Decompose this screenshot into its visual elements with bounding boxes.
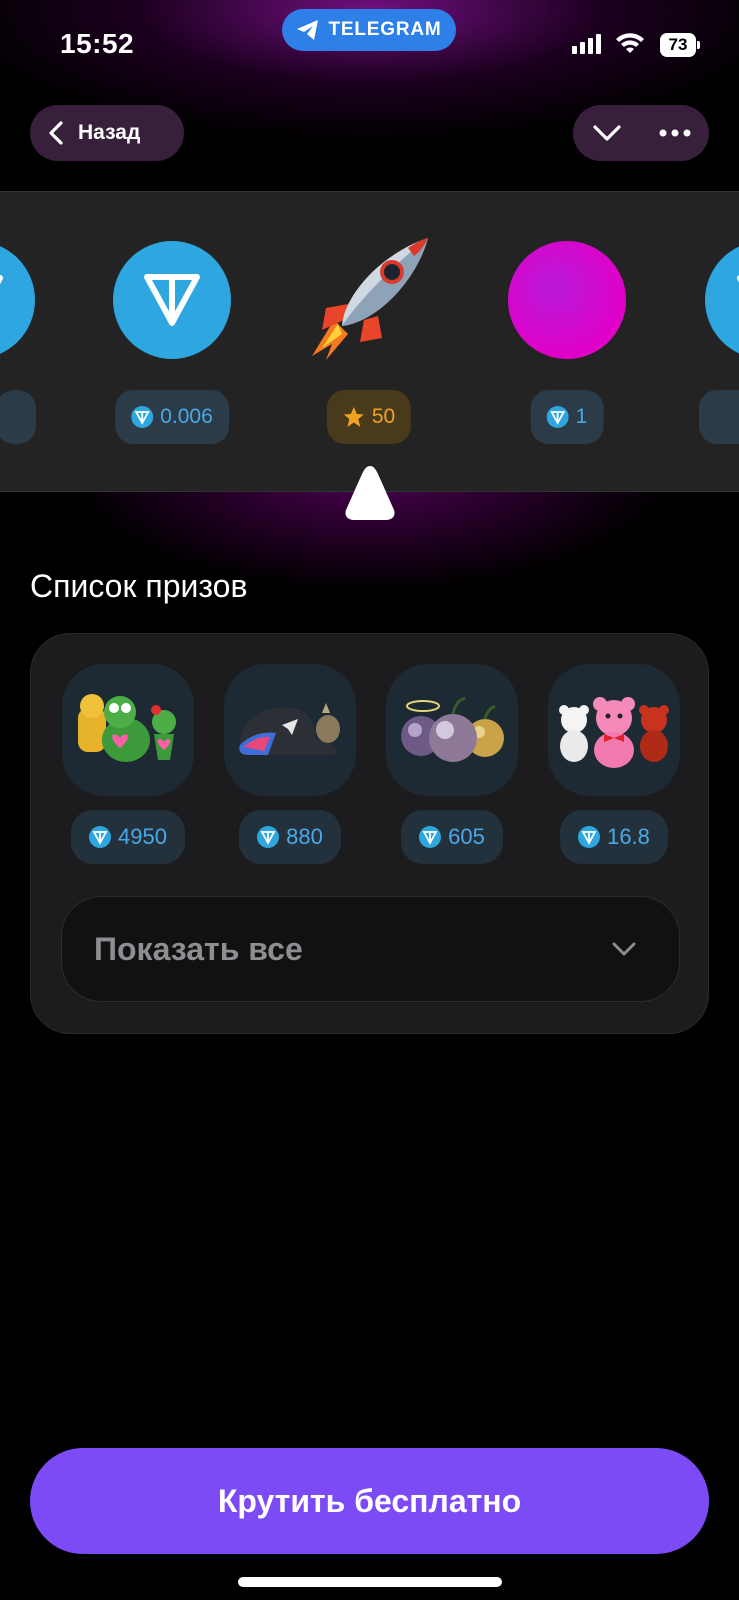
- ton-coin-icon: [257, 826, 280, 848]
- roulette-price: 0.006: [115, 390, 229, 444]
- rocket-icon: [312, 238, 428, 360]
- ton-coin-icon: [131, 406, 154, 428]
- prize-item[interactable]: 880: [224, 664, 356, 864]
- durov-cap-icon: [239, 703, 340, 755]
- roulette-price: 1: [530, 390, 604, 444]
- prize-price: 4950: [71, 810, 185, 864]
- telegram-badge[interactable]: TELEGRAM: [282, 9, 456, 51]
- pepe-frogs-icon: [78, 694, 176, 762]
- plums-icon: [401, 696, 504, 762]
- roulette-item-rocket: 50: [304, 192, 434, 491]
- roulette-item: [0, 192, 41, 491]
- wifi-icon: [616, 33, 644, 53]
- prize-list-title: Список призов: [30, 568, 248, 604]
- roulette-price: [699, 390, 739, 444]
- battery-indicator: 73: [660, 33, 696, 57]
- prize-item[interactable]: 16.8: [548, 664, 680, 864]
- more-button[interactable]: [641, 105, 709, 161]
- telegram-badge-label: TELEGRAM: [328, 19, 442, 40]
- collapse-button[interactable]: [573, 105, 641, 161]
- prize-thumb: [62, 664, 194, 796]
- show-all-label: Показать все: [94, 930, 303, 967]
- pointer-triangle: [345, 466, 395, 520]
- signal-icon: [572, 34, 601, 54]
- prize-item[interactable]: 605: [386, 664, 518, 864]
- roulette-item-ton: 0.006: [107, 192, 237, 491]
- ton-coin-icon: [578, 826, 601, 848]
- roulette-strip: 0.006 50 1: [0, 191, 739, 492]
- ton-coin-icon: [89, 826, 112, 848]
- prize-thumb: [548, 664, 680, 796]
- ton-icon: [705, 241, 739, 359]
- prize-price: 16.8: [560, 810, 668, 864]
- back-label: Назад: [78, 121, 141, 144]
- chevron-down-icon: [593, 125, 621, 141]
- home-indicator[interactable]: [238, 1577, 502, 1587]
- ton-icon: [113, 241, 231, 359]
- ton-coin-icon: [546, 406, 569, 428]
- back-button[interactable]: Назад: [30, 105, 184, 161]
- chevron-down-icon: [612, 942, 636, 956]
- prize-price: 605: [401, 810, 503, 864]
- prize-list-card: 4950 880 605 16.8 Показать все: [30, 633, 709, 1034]
- status-time: 15:52: [60, 28, 135, 59]
- roulette-price: [0, 390, 36, 444]
- prize-item[interactable]: 4950: [62, 664, 194, 864]
- star-icon: [343, 407, 364, 427]
- ton-icon: [0, 241, 35, 359]
- battery-tip: [697, 41, 700, 49]
- roulette-item-orb: 1: [502, 192, 632, 491]
- telegram-icon: [297, 20, 319, 40]
- magenta-orb-icon: [508, 241, 626, 359]
- prize-price: 880: [239, 810, 341, 864]
- show-all-button[interactable]: Показать все: [61, 896, 680, 1002]
- more-icon: [659, 129, 691, 137]
- roulette-item: [699, 192, 739, 491]
- menu-pill: [573, 105, 709, 161]
- prize-thumb: [386, 664, 518, 796]
- prize-thumb: [224, 664, 356, 796]
- spin-free-button[interactable]: Крутить бесплатно: [30, 1448, 709, 1554]
- ton-coin-icon: [419, 826, 442, 848]
- roulette-price: 50: [326, 390, 412, 444]
- chevron-left-icon: [49, 121, 63, 145]
- teddy-bears-icon: [559, 697, 669, 768]
